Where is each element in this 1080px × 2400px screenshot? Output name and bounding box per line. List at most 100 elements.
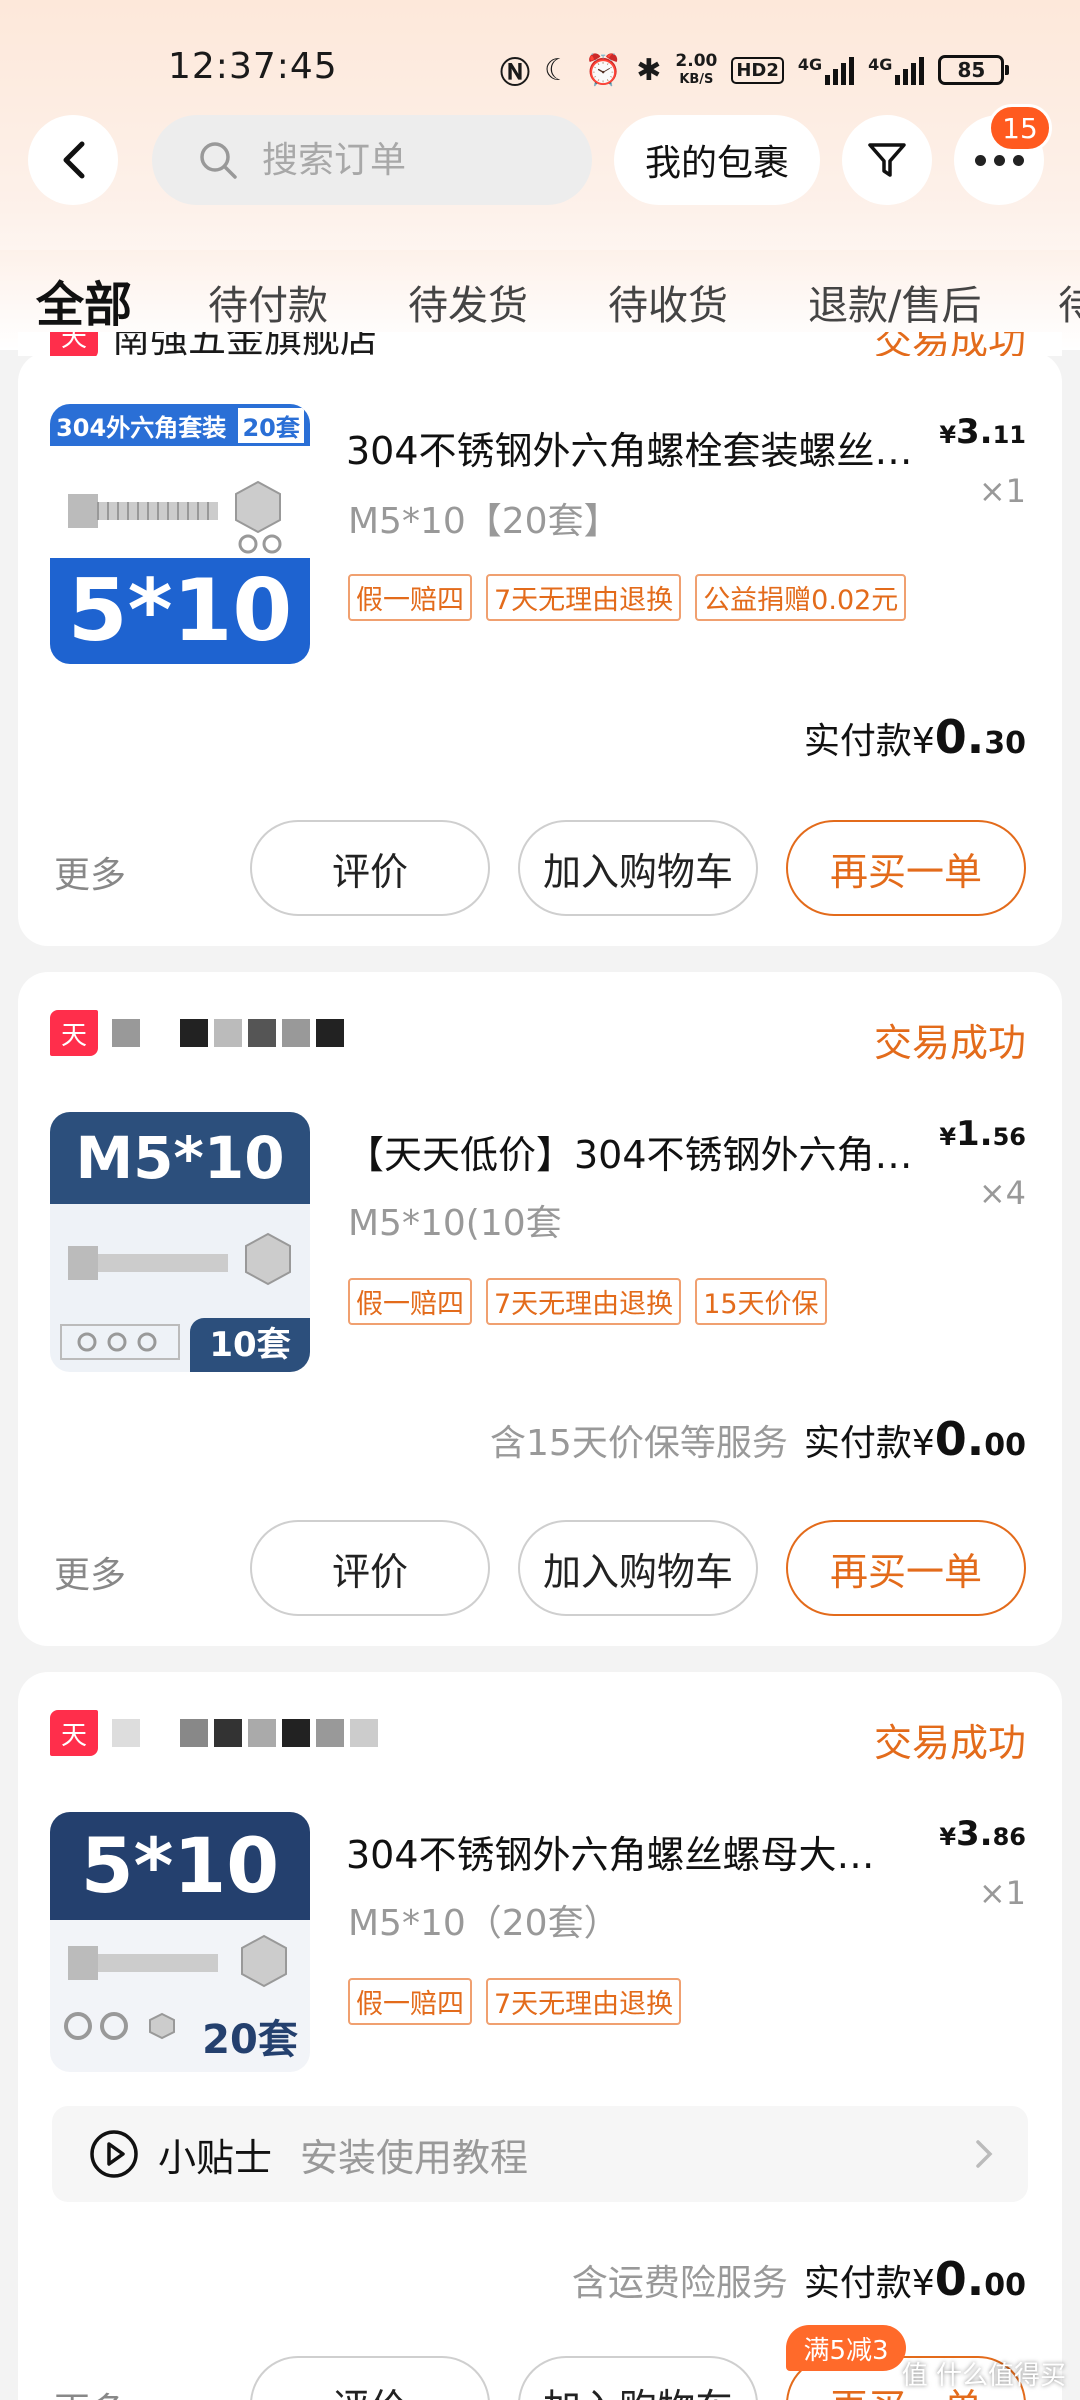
signal-icon-2: 4G (868, 55, 925, 85)
dot-icon (974, 154, 986, 166)
shop-header[interactable]: 天 (50, 1710, 378, 1756)
unit-price: ¥3.11 (939, 412, 1026, 452)
battery-icon: 85 (938, 55, 1010, 85)
tips-bar[interactable]: 小贴士 安装使用教程 (52, 2106, 1028, 2202)
tmall-icon: 天 (50, 1710, 98, 1756)
review-button[interactable]: 评价 (250, 1520, 490, 1616)
top-nav: 我的包裹 (0, 115, 1080, 205)
buy-again-button[interactable]: 再买一单 (786, 1520, 1026, 1616)
moon-icon: ☾ (544, 52, 571, 88)
order-card: 304外六角套装 20套 5*10 304不锈钢外六角螺栓套装螺丝… M5*10… (18, 352, 1062, 946)
tab-more[interactable]: 待 (1058, 273, 1080, 331)
bluetooth-icon: ✱ (636, 52, 662, 88)
paid-amount: 实付款¥0.30 (803, 710, 1026, 764)
tag: 7天无理由退换 (486, 574, 682, 621)
chevron-right-icon (976, 2140, 993, 2168)
filter-icon (868, 143, 906, 177)
product-title[interactable]: 304不锈钢外六角螺丝螺母大… (346, 1824, 906, 1879)
tab-all[interactable]: 全部 (36, 265, 132, 335)
service-tags: 假一赔四 7天无理由退换 15天价保 (348, 1278, 908, 1325)
add-to-cart-button[interactable]: 加入购物车 (518, 2356, 758, 2400)
promo-badge: 满5减3 (786, 2325, 906, 2371)
thumb-size: M5*10 (50, 1112, 310, 1204)
order-card: 天 交易成功 M5*10 10套 【天天低价】304不锈钢外六角… M5*10(… (18, 972, 1062, 1646)
search-icon (200, 142, 237, 179)
search-bar[interactable] (152, 115, 592, 205)
tab-pending-receipt[interactable]: 待收货 (608, 273, 728, 331)
play-circle-icon (90, 2130, 138, 2178)
thumb-count: 20套 (238, 407, 304, 443)
service-note: 含15天价保等服务 (490, 1423, 788, 1464)
product-spec: M5*10（20套） (348, 1903, 620, 1944)
tag: 7天无理由退换 (486, 1978, 682, 2025)
tag: 假一赔四 (348, 1978, 472, 2025)
more-link[interactable]: 更多 (54, 846, 126, 898)
product-spec: M5*10【20套】 (348, 501, 620, 542)
product-title[interactable]: 【天天低价】304不锈钢外六角… (346, 1124, 946, 1179)
add-to-cart-button[interactable]: 加入购物车 (518, 1520, 758, 1616)
buy-again-button[interactable]: 再买一单 (786, 820, 1026, 916)
tips-text: 安装使用教程 (300, 2135, 529, 2180)
thumb-size: 5*10 (50, 558, 310, 664)
hd-icon: HD2 (731, 56, 784, 84)
order-actions: 更多 评价 加入购物车 再买一单 (18, 1520, 1062, 1616)
card1-header-clipped: 天 南强五金旗舰店 交易成功 (18, 332, 1062, 356)
tag: 假一赔四 (348, 1278, 472, 1325)
service-tags: 假一赔四 7天无理由退换 公益捐赠0.02元 (348, 574, 908, 621)
tab-pending-shipment[interactable]: 待发货 (408, 273, 528, 331)
more-link[interactable]: 更多 (54, 1546, 126, 1598)
signal-icon: 4G (798, 55, 855, 85)
status-time: 12:37:45 (168, 46, 338, 87)
product-title[interactable]: 304不锈钢外六角螺栓套装螺丝… (346, 420, 946, 475)
bolt-illustration (68, 1232, 291, 1286)
watermark: 值 什么值得买 (901, 2361, 1066, 2391)
thumb-title: 304外六角套装 (56, 413, 227, 442)
back-button[interactable] (28, 115, 118, 205)
more-link[interactable]: 更多 (54, 2382, 126, 2400)
tab-pending-payment[interactable]: 待付款 (208, 273, 328, 331)
quantity: ×1 (978, 472, 1026, 510)
product-image[interactable]: 5*10 20套 (50, 1812, 310, 2072)
notification-badge: 15 (988, 104, 1052, 152)
nfc-icon: Ⓝ (500, 56, 530, 91)
alarm-icon: ⏰ (584, 52, 623, 88)
tmall-icon: 天 (50, 332, 98, 356)
add-to-cart-button[interactable]: 加入购物车 (518, 820, 758, 916)
paid-amount: 含15天价保等服务 实付款¥0.00 (490, 1412, 1026, 1466)
order-status: 交易成功 (873, 1021, 1026, 1065)
order-status: 交易成功 (873, 332, 1026, 356)
tab-refund[interactable]: 退款/售后 (808, 273, 981, 331)
chevron-left-icon (63, 141, 85, 179)
status-icons: Ⓝ ☾ ⏰ ✱ 2.00 KB/S HD2 4G 4G 85 (500, 48, 1010, 92)
dot-icon (993, 154, 1005, 166)
tmall-icon: 天 (50, 1010, 98, 1056)
tag: 假一赔四 (348, 574, 472, 621)
order-actions: 更多 评价 加入购物车 再买一单 (18, 820, 1062, 916)
paid-amount: 含运费险服务 实付款¥0.00 (571, 2252, 1026, 2306)
washer-box (60, 1324, 180, 1360)
product-spec: M5*10(10套 (348, 1203, 562, 1244)
quantity: ×1 (978, 1874, 1026, 1912)
order-card: 天 交易成功 5*10 20套 304不锈钢外六角螺丝螺母大… M5*10（20… (18, 1672, 1062, 2400)
review-button[interactable]: 评价 (250, 2356, 490, 2400)
unit-price: ¥3.86 (939, 1814, 1026, 1854)
thumb-count: 20套 (202, 2017, 298, 2063)
product-image[interactable]: M5*10 10套 (50, 1112, 310, 1372)
quantity: ×4 (978, 1174, 1026, 1212)
shop-name-redacted (112, 1019, 344, 1047)
bolt-illustration (68, 480, 282, 554)
filter-button[interactable] (842, 115, 932, 205)
tag: 7天无理由退换 (486, 1278, 682, 1325)
review-button[interactable]: 评价 (250, 820, 490, 916)
tag: 公益捐赠0.02元 (695, 574, 907, 621)
status-bar: 12:37:45 Ⓝ ☾ ⏰ ✱ 2.00 KB/S HD2 4G 4G 85 (0, 40, 1080, 96)
shop-header[interactable]: 天 (50, 1010, 344, 1056)
service-tags: 假一赔四 7天无理由退换 (348, 1978, 908, 2025)
search-input[interactable] (262, 139, 522, 181)
product-image[interactable]: 304外六角套装 20套 5*10 (50, 404, 310, 664)
my-parcels-button[interactable]: 我的包裹 (614, 115, 820, 205)
unit-price: ¥1.56 (939, 1114, 1026, 1154)
net-speed: 2.00 KB/S (675, 50, 718, 87)
thumb-size: 5*10 (50, 1812, 310, 1920)
tag: 15天价保 (695, 1278, 827, 1325)
